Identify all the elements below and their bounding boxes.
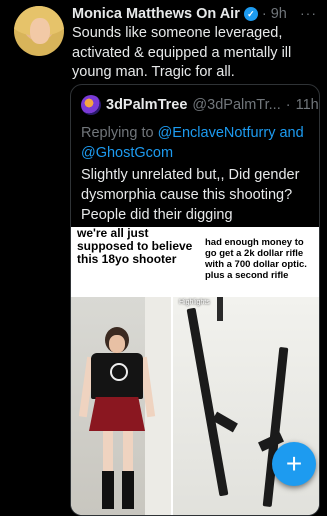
caption-right: had enough money to go get a 2k dollar r… (205, 237, 307, 281)
tweet-text: Sounds like someone leveraged, activated… (72, 25, 292, 80)
photo-person[interactable] (71, 297, 171, 515)
compose-plus-icon[interactable]: + (272, 442, 316, 486)
quoted-time[interactable]: 11h (296, 97, 319, 113)
tweet-time[interactable]: 9h (271, 6, 287, 22)
tweet-header: Monica Matthews On Air ✓ · 9h ··· (72, 5, 319, 23)
person-skirt (89, 397, 145, 431)
author-avatar[interactable] (14, 6, 64, 56)
verified-badge-icon: ✓ (243, 7, 258, 21)
replying-and: and (279, 125, 304, 141)
quoted-text: Slightly unrelated but,, Did gender dysm… (81, 167, 300, 223)
quoted-handle[interactable]: @3dPalmTr... (192, 97, 280, 113)
person-leg-left (103, 431, 113, 471)
caption-left: we're all just supposed to believe this … (77, 226, 193, 266)
mention-ghostgcom[interactable]: @GhostGcom (81, 145, 173, 161)
mention-enclavenotfurry[interactable]: @EnclaveNotfurry (158, 125, 276, 141)
quoted-name[interactable]: 3dPalmTree (106, 97, 187, 113)
quoted-time-separator: · (285, 97, 291, 113)
person-sock-right (122, 471, 134, 509)
person-leg-right (123, 431, 133, 471)
rifle-scope (217, 297, 223, 321)
replying-to: Replying to @EnclaveNotfurry and @GhostG… (81, 123, 313, 163)
tweet-time-separator: · (261, 6, 267, 22)
more-horizontal-icon[interactable]: ··· (300, 5, 317, 21)
replying-prefix: Replying to (81, 125, 154, 141)
person-sock-left (102, 471, 114, 509)
shirt-logo-icon (110, 363, 128, 381)
quoted-avatar[interactable] (81, 95, 101, 115)
avatar-face (30, 18, 50, 44)
photo-tag: Highlights (179, 299, 210, 306)
rifle-1 (186, 307, 229, 497)
author-name[interactable]: Monica Matthews On Air (72, 6, 240, 22)
quoted-header: 3dPalmTree @3dPalmTr... · 11h (81, 95, 319, 115)
person-face (109, 335, 125, 353)
